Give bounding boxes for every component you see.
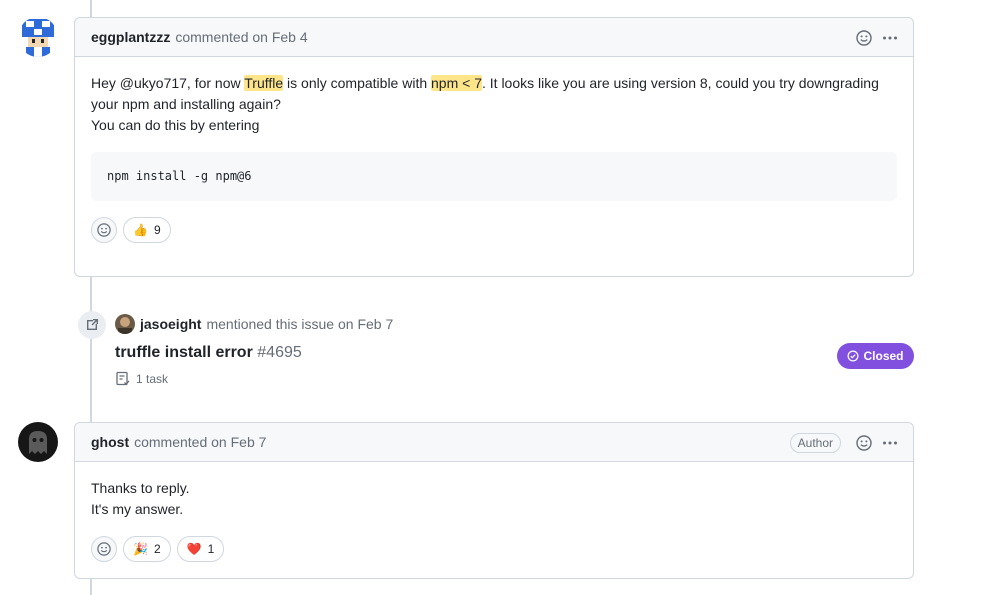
add-reaction-icon[interactable] (855, 434, 873, 452)
reactions-bar: 🎉 2 ❤️ 1 (75, 536, 913, 578)
comment-line-1: Thanks to reply. (91, 480, 190, 496)
highlight-truffle: Truffle (244, 75, 284, 91)
comment-author[interactable]: eggplantzzz (91, 29, 170, 45)
code-text: npm install -g npm@6 (107, 169, 252, 183)
cross-reference-icon (78, 311, 106, 339)
task-label: 1 task (136, 372, 169, 386)
comment-card-eggplantzzz: eggplantzzz commented on Feb 4 Hey @ukyo… (74, 17, 914, 277)
body-text: Hey @ukyo717, for now (91, 75, 245, 91)
reaction-count: 1 (207, 542, 215, 556)
comment-line-2: It's my answer. (91, 501, 184, 517)
party-popper-icon: 🎉 (133, 542, 148, 556)
comment-paragraph-line2: You can do this by entering (91, 117, 260, 133)
reaction-heart[interactable]: ❤️ 1 (176, 536, 225, 562)
event-action: mentioned this issue on Feb 7 (206, 316, 394, 332)
add-reaction-button[interactable] (91, 536, 117, 562)
avatar-ghost[interactable] (18, 422, 58, 462)
task-count: 1 task (115, 371, 168, 387)
comment-header: ghost commented on Feb 7 Author (75, 423, 913, 462)
heart-icon: ❤️ (186, 542, 202, 556)
code-block: npm install -g npm@6 (91, 152, 897, 201)
reaction-thumbs-up[interactable]: 👍 9 (123, 217, 171, 243)
checklist-icon (116, 371, 130, 386)
avatar-eggplantzzz[interactable] (18, 17, 58, 57)
more-options-icon[interactable] (881, 29, 899, 47)
comment-timestamp[interactable]: commented on Feb 7 (134, 434, 266, 450)
body-text: is only compatible with (283, 75, 432, 91)
comment-body: Hey @ukyo717, for now Truffle is only co… (75, 57, 913, 217)
issue-title[interactable]: truffle install error (115, 344, 253, 361)
comment-timestamp[interactable]: commented on Feb 4 (175, 29, 307, 45)
status-badge: Closed (837, 343, 914, 369)
issue-number[interactable]: #4695 (257, 344, 302, 361)
referenced-issue-link[interactable]: truffle install error #4695 (115, 344, 302, 362)
status-label: Closed (863, 349, 904, 363)
add-reaction-icon[interactable] (855, 29, 873, 47)
reactions-bar: 👍 9 (75, 217, 913, 259)
avatar-jasoeight[interactable] (115, 314, 135, 334)
add-reaction-button[interactable] (91, 217, 117, 243)
thumbs-up-icon: 👍 (133, 223, 148, 237)
comment-body: Thanks to reply. It's my answer. (75, 462, 913, 536)
comment-author[interactable]: ghost (91, 434, 129, 450)
more-options-icon[interactable] (881, 434, 899, 452)
reaction-party-popper[interactable]: 🎉 2 (123, 536, 171, 562)
reaction-count: 2 (153, 542, 161, 556)
reaction-count: 9 (153, 223, 161, 237)
comment-paragraph: Hey @ukyo717, for now Truffle is only co… (91, 73, 897, 115)
check-circle-icon (848, 350, 859, 362)
comment-header: eggplantzzz commented on Feb 4 (75, 18, 913, 57)
mention-event: jasoeight mentioned this issue on Feb 7 (115, 314, 393, 334)
event-actor[interactable]: jasoeight (140, 316, 201, 332)
highlight-npm-version: npm < 7 (431, 75, 482, 91)
comment-card-ghost: ghost commented on Feb 7 Author Thanks t… (74, 422, 914, 579)
author-badge: Author (789, 432, 841, 453)
